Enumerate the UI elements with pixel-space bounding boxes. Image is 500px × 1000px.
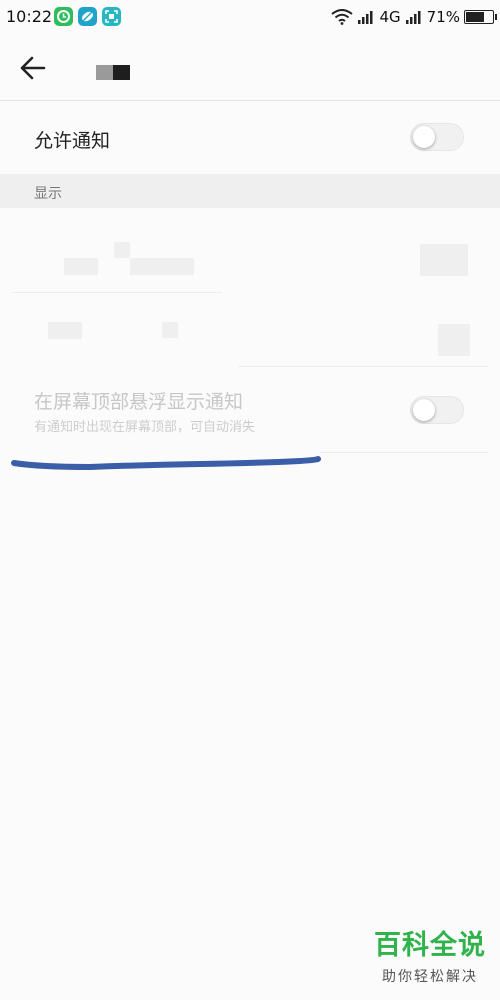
battery-percent: 71% xyxy=(426,8,460,26)
status-indicators: 4G 71% xyxy=(331,6,497,28)
network-type: 4G xyxy=(379,8,401,26)
redacted-block xyxy=(64,258,98,275)
redacted-title-block xyxy=(113,65,130,80)
battery-icon xyxy=(464,10,497,24)
signal-icon-2 xyxy=(405,9,423,25)
teal-leaf-app-icon xyxy=(78,7,97,26)
floating-notification-label: 在屏幕顶部悬浮显示通知 xyxy=(34,391,244,413)
watermark: 百科全说 助你轻松解决 xyxy=(374,930,486,986)
allow-notifications-toggle[interactable] xyxy=(410,123,464,151)
redacted-block xyxy=(162,322,178,338)
divider xyxy=(320,452,488,453)
toggle-knob xyxy=(413,399,435,421)
wifi-icon xyxy=(331,9,354,25)
arrow-left-icon xyxy=(14,56,52,90)
status-bar: 10:22 4G 71% xyxy=(0,0,500,36)
battery-fill xyxy=(466,12,484,22)
section-header: 显示 xyxy=(0,174,500,208)
floating-notification-toggle[interactable] xyxy=(410,396,464,424)
floating-notification-description: 有通知时出现在屏幕顶部，可自动消失 xyxy=(34,420,256,435)
teal-scan-app-icon xyxy=(102,7,121,26)
signal-icon xyxy=(357,9,375,25)
redacted-block xyxy=(48,322,82,339)
redacted-block xyxy=(420,244,468,276)
watermark-title: 百科全说 xyxy=(374,930,486,961)
allow-notifications-label: 允许通知 xyxy=(34,130,111,152)
section-display-label: 显示 xyxy=(34,186,62,202)
redacted-title-block xyxy=(96,65,113,80)
redacted-block xyxy=(130,258,194,275)
back-button[interactable] xyxy=(14,50,52,86)
app-bar xyxy=(0,36,500,101)
divider xyxy=(238,366,488,367)
watermark-subtitle: 助你轻松解决 xyxy=(382,969,478,985)
annotation-stroke xyxy=(11,456,321,471)
toggle-knob xyxy=(413,126,435,148)
divider xyxy=(12,292,222,293)
status-time: 10:22 xyxy=(6,7,53,26)
redacted-block xyxy=(114,242,130,258)
green-refresh-app-icon xyxy=(54,7,73,26)
redacted-block xyxy=(438,324,470,356)
